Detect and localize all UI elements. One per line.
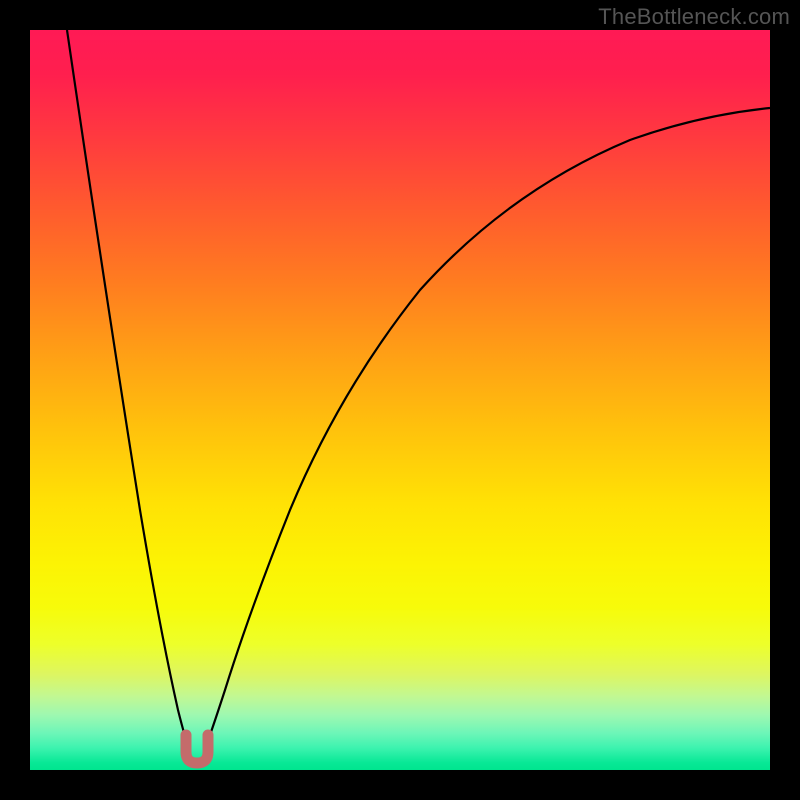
optimum-blob [186, 735, 208, 763]
curve-left-branch [67, 30, 190, 752]
plot-area [30, 30, 770, 770]
chart-frame: TheBottleneck.com [0, 0, 800, 800]
curve-right-branch [204, 108, 770, 752]
bottleneck-curve [30, 30, 770, 770]
watermark-text: TheBottleneck.com [598, 4, 790, 30]
